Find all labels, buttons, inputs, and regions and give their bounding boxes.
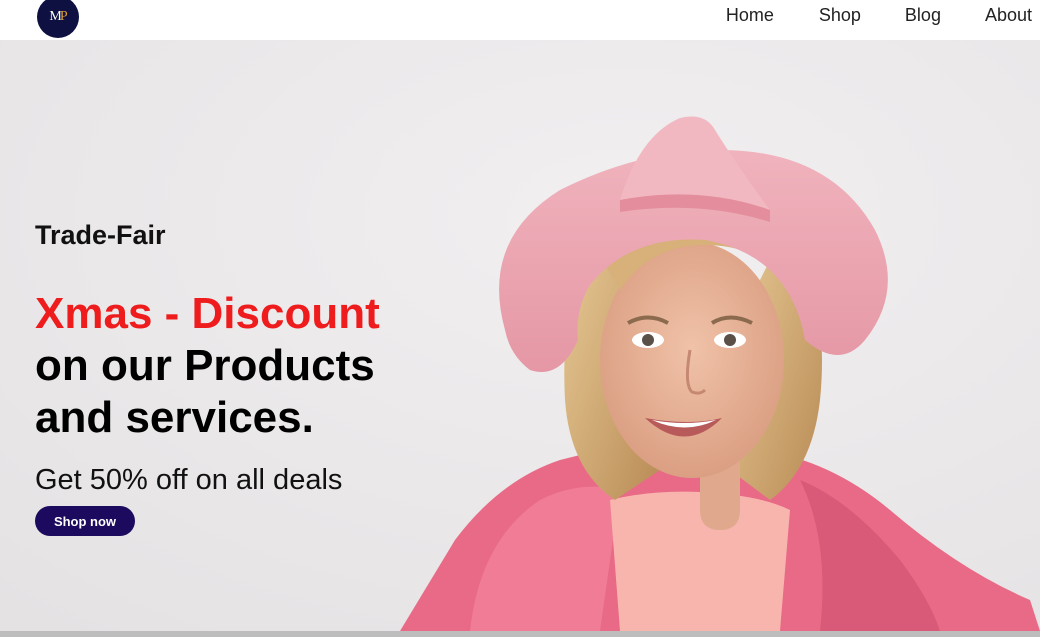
shop-now-button[interactable]: Shop now (35, 506, 135, 536)
nav-about-link[interactable]: About (985, 5, 1032, 26)
hero-section: Trade-Fair Xmas - Discount on our Produc… (0, 40, 1040, 631)
hero-offer: Get 50% off on all deals (35, 464, 343, 496)
hero-subtitle: Trade-Fair (35, 220, 166, 250)
headline-line-2: on our Products (35, 341, 375, 390)
nav-home-link[interactable]: Home (726, 5, 774, 26)
bottom-divider (0, 631, 1040, 637)
headline-line-3: and services. (35, 393, 314, 442)
sweater-shape (610, 491, 790, 631)
hero-headline: Xmas - Discount on our Products and serv… (35, 288, 380, 444)
logo-letter-p: P (59, 9, 68, 24)
main-nav: Home Shop Blog About (726, 5, 1032, 26)
headline-highlight: Xmas - Discount (35, 289, 380, 338)
nav-shop-link[interactable]: Shop (819, 5, 861, 26)
top-navbar: MP Home Shop Blog About (0, 0, 1040, 40)
nav-blog-link[interactable]: Blog (905, 5, 941, 26)
brand-logo[interactable]: MP (37, 0, 79, 38)
